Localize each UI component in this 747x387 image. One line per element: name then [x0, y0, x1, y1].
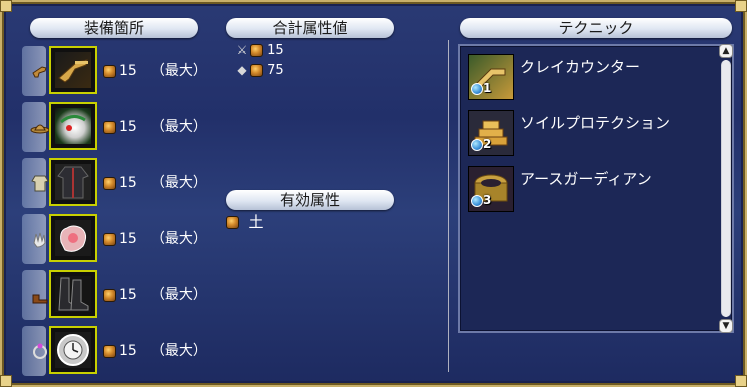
- equipment-row-boots[interactable]: 15 （最大）: [2, 270, 222, 320]
- feathered-hat-icon[interactable]: [49, 102, 97, 150]
- technique-item[interactable]: 1 クレイカウンター: [468, 54, 718, 102]
- attribute-gem-icon: [103, 120, 116, 134]
- sword-icon: ⚔: [236, 43, 248, 57]
- total-attack-value: 15: [267, 43, 284, 58]
- equipment-header: 装備箇所: [30, 18, 198, 38]
- attribute-gem-icon: [250, 44, 263, 57]
- boot-slot-icon: [30, 285, 50, 305]
- attribute-gem-icon: [103, 288, 116, 302]
- earth-guardian-icon: 3: [468, 166, 514, 212]
- equipment-attribute-panel: 装備箇所 合計属性値 有効属性 テクニック 15 （最大） 15 （最大） 15…: [0, 0, 747, 387]
- coat-slot-icon: [30, 173, 50, 193]
- slot-attribute-value: 15 （最大）: [103, 62, 207, 80]
- slot-attribute-value: 15 （最大）: [103, 342, 207, 360]
- equipment-row-glove[interactable]: 15 （最大）: [2, 214, 222, 264]
- total-attribute-row: ⚔ 15: [234, 42, 284, 59]
- technique-list[interactable]: 1 クレイカウンター 2 ソイルプロテクション 3 アースガーディアン: [458, 44, 734, 333]
- technique-name: ソイルプロテクション: [520, 114, 671, 132]
- slot-attribute-value: 15 （最大）: [103, 286, 207, 304]
- technique-item[interactable]: 2 ソイルプロテクション: [468, 110, 718, 158]
- technique-name: クレイカウンター: [520, 58, 641, 76]
- slot-attribute-value: 15 （最大）: [103, 174, 207, 192]
- glove-slot-icon: [30, 229, 50, 249]
- frame-corner: [735, 375, 747, 387]
- dark-coat-icon[interactable]: [49, 158, 97, 206]
- attribute-gem-icon: [226, 216, 239, 229]
- total-attributes-header: 合計属性値: [226, 18, 394, 38]
- technique-item[interactable]: 3 アースガーディアン: [468, 166, 718, 214]
- hat-slot-icon: [30, 117, 50, 137]
- scroll-up-button[interactable]: ▲: [719, 44, 733, 58]
- ring-slot-icon: [30, 341, 50, 361]
- effective-attributes-header: 有効属性: [226, 190, 394, 210]
- black-boots-icon[interactable]: [49, 270, 97, 318]
- scroll-thumb[interactable]: [722, 61, 730, 316]
- attribute-gem-icon: [103, 232, 116, 246]
- pink-glove-icon[interactable]: [49, 214, 97, 262]
- scroll-down-button[interactable]: ▼: [719, 319, 733, 333]
- frame-corner: [735, 0, 747, 12]
- attribute-gem-icon: [103, 64, 116, 78]
- attribute-gem-icon: [250, 64, 263, 77]
- equipment-row-pistol[interactable]: 15 （最大）: [2, 46, 222, 96]
- frame-corner: [0, 0, 12, 12]
- shield-icon: ◆: [237, 63, 247, 77]
- soil-protection-icon: 2: [468, 110, 514, 156]
- total-attribute-row: ◆ 75: [234, 62, 284, 79]
- frame-corner: [0, 375, 12, 387]
- equipment-row-hat[interactable]: 15 （最大）: [2, 102, 222, 152]
- equipment-row-accessory[interactable]: 15 （最大）: [2, 326, 222, 376]
- clay-counter-icon: 1: [468, 54, 514, 100]
- equipment-row-coat[interactable]: 15 （最大）: [2, 158, 222, 208]
- effective-attribute-label: 土: [248, 213, 264, 231]
- attribute-gem-icon: [103, 344, 116, 358]
- technique-name: アースガーディアン: [520, 170, 652, 188]
- attribute-gem-icon: [103, 176, 116, 190]
- pistol-slot-icon: [30, 61, 50, 81]
- flintlock-pistol-icon[interactable]: [49, 46, 97, 94]
- column-divider: [448, 40, 449, 372]
- effective-attribute: 土: [226, 212, 264, 232]
- technique-header: テクニック: [460, 18, 732, 38]
- slot-attribute-value: 15 （最大）: [103, 118, 207, 136]
- pocket-watch-icon[interactable]: [49, 326, 97, 374]
- technique-scrollbar[interactable]: ▲ ▼: [719, 44, 733, 333]
- total-defense-value: 75: [267, 63, 284, 78]
- slot-attribute-value: 15 （最大）: [103, 230, 207, 248]
